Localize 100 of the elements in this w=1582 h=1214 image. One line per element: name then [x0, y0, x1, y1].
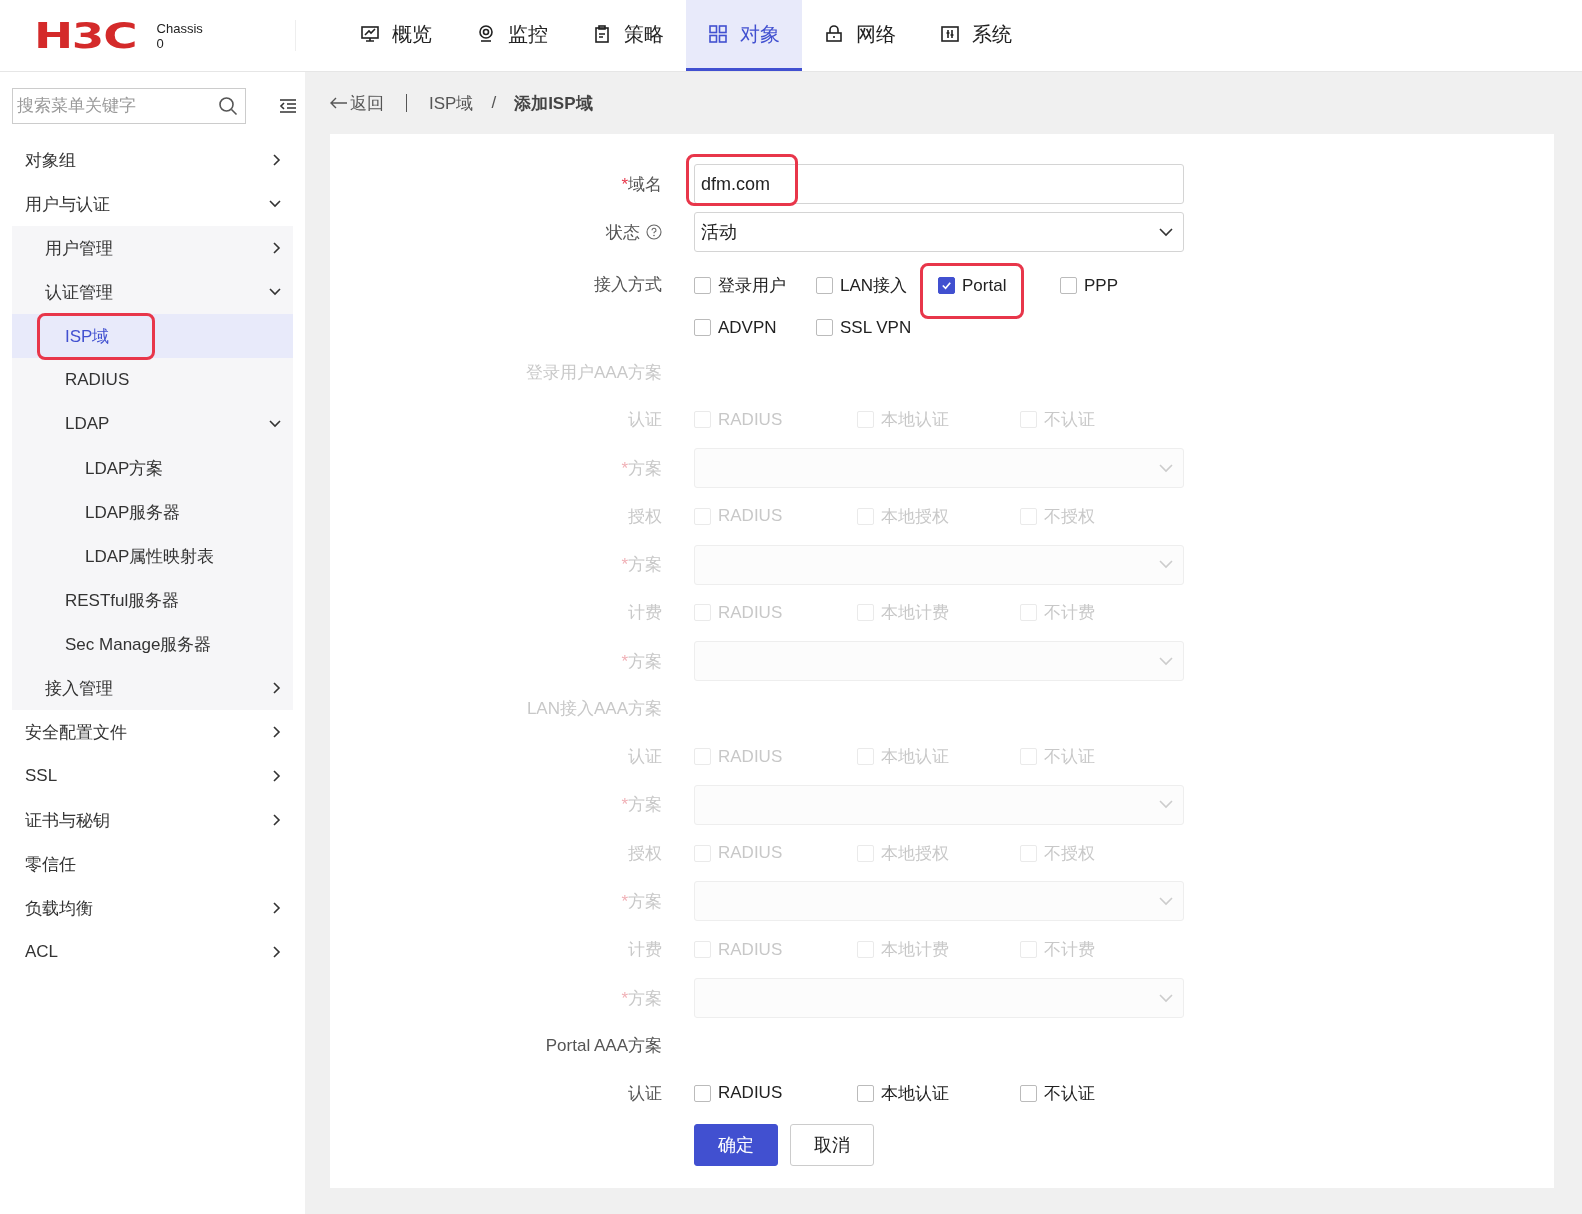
breadcrumb-separator: / — [491, 93, 497, 113]
nav-tab[interactable]: 网络 — [802, 0, 918, 71]
nav-tab[interactable]: 监控 — [454, 0, 570, 71]
menu-item[interactable]: RESTful服务器 — [12, 578, 293, 622]
chevron-down-icon — [1159, 560, 1173, 570]
section-title: Portal AAA方案 — [545, 1035, 662, 1058]
menu-item[interactable]: SSL — [12, 754, 293, 798]
nav-tab[interactable]: 概览 — [338, 0, 454, 71]
menu-item[interactable]: 认证管理 — [12, 270, 293, 314]
nav-tab[interactable]: 对象 — [686, 0, 802, 71]
menu-item[interactable]: LDAP — [12, 402, 293, 446]
back-link[interactable]: 返回 — [330, 91, 384, 115]
menu-item[interactable]: 对象组 — [12, 138, 293, 182]
checkbox-label: LAN接入 — [840, 275, 908, 298]
menu-item[interactable]: ISP域 — [12, 314, 293, 358]
menu-item[interactable]: 用户管理 — [12, 226, 293, 270]
menu-item-label: 证书与秘钥 — [25, 809, 110, 832]
checkbox[interactable] — [694, 277, 711, 295]
menu-item[interactable]: 接入管理 — [12, 666, 293, 710]
menu-item[interactable]: LDAP属性映射表 — [12, 534, 293, 578]
checkbox-label: RADIUS — [718, 1083, 783, 1104]
checkbox[interactable] — [1060, 277, 1077, 295]
cancel-button[interactable]: 取消 — [790, 1124, 874, 1166]
menu-item-label: 零信任 — [25, 853, 76, 876]
sliders-icon — [940, 24, 960, 44]
breadcrumb-item[interactable]: ISP域 — [429, 91, 474, 115]
menu-item[interactable]: LDAP服务器 — [12, 490, 293, 534]
menu-item-label: 对象组 — [25, 149, 76, 172]
menu-item-label: LDAP — [65, 414, 110, 434]
field-label: *域名 — [621, 173, 662, 196]
checkbox-label: 不认证 — [1044, 1082, 1095, 1105]
checkbox[interactable] — [694, 1084, 711, 1102]
menu-item-label: ISP域 — [65, 324, 110, 348]
scheme-select[interactable] — [694, 784, 1184, 825]
chevron-down-icon — [1159, 227, 1173, 237]
menu-item[interactable]: Sec Manage服务器 — [12, 622, 293, 666]
menu-item[interactable]: 零信任 — [12, 842, 293, 886]
chevron-down-icon — [1159, 463, 1173, 473]
menu-item-label: LDAP方案 — [85, 457, 164, 480]
menu-item-label: LDAP服务器 — [85, 501, 181, 524]
menu-item-label: RESTful服务器 — [65, 589, 180, 612]
field-label: 接入方式 — [594, 273, 662, 296]
menu-item-label: LDAP属性映射表 — [85, 545, 215, 568]
menu-item-label: 接入管理 — [45, 677, 113, 700]
field-label: 认证 — [628, 1082, 662, 1105]
device-name: Chassis — [156, 20, 203, 36]
checkbox[interactable] — [857, 1084, 874, 1102]
menu-item[interactable]: LDAP方案 — [12, 446, 293, 490]
checkbox-label: 登录用户 — [718, 275, 786, 298]
checkbox[interactable] — [816, 277, 833, 295]
menu-item[interactable]: 负载均衡 — [12, 886, 293, 930]
search-icon — [218, 96, 238, 116]
chevron-down-icon — [1159, 800, 1173, 810]
breadcrumb-item: 添加ISP域 — [514, 92, 593, 115]
clipboard-icon — [592, 24, 612, 44]
menu-item[interactable]: 安全配置文件 — [12, 710, 293, 754]
checkbox[interactable] — [816, 319, 833, 337]
menu-item-label: Sec Manage服务器 — [65, 633, 212, 656]
menu-item-label: RADIUS — [65, 370, 130, 390]
field-label: 状态 — [606, 221, 640, 244]
nav-tab[interactable]: 系统 — [918, 0, 1034, 71]
checkbox-label: 本地认证 — [881, 1082, 949, 1105]
menu-item[interactable]: 证书与秘钥 — [12, 798, 293, 842]
checkbox[interactable] — [694, 319, 711, 337]
help-icon[interactable] — [646, 224, 662, 241]
menu-item[interactable]: 用户与认证 — [12, 182, 293, 226]
checkbox[interactable] — [1020, 1084, 1037, 1102]
grid-icon — [708, 24, 728, 44]
menu-item-label: 用户与认证 — [25, 193, 110, 216]
checkbox-label: Portal — [962, 275, 1007, 296]
chevron-down-icon — [1159, 896, 1173, 906]
menu-item-label: 安全配置文件 — [25, 721, 127, 744]
collapse-menu-icon[interactable] — [279, 98, 297, 114]
scheme-select[interactable] — [694, 881, 1184, 922]
checkbox[interactable] — [938, 277, 955, 295]
confirm-button[interactable]: 确定 — [694, 1124, 778, 1166]
scheme-select[interactable] — [694, 641, 1184, 682]
menu-item-label: 用户管理 — [45, 237, 113, 260]
status-select[interactable]: 活动 — [694, 212, 1184, 253]
menu-item[interactable]: RADIUS — [12, 358, 293, 402]
monitor-icon — [360, 24, 380, 44]
checkbox-label: SSL VPN — [840, 317, 912, 338]
search-field[interactable]: 搜索菜单关键字 — [12, 88, 246, 124]
scheme-select[interactable] — [694, 978, 1184, 1018]
menu-item-label: ACL — [25, 942, 59, 962]
menu-item-label: SSL — [25, 766, 58, 786]
scheme-select[interactable] — [694, 448, 1184, 489]
scheme-select[interactable] — [694, 544, 1184, 585]
domain-input[interactable]: dfm.com — [694, 164, 1184, 205]
nav-tab[interactable]: 策略 — [570, 0, 686, 71]
lock-icon — [824, 24, 844, 44]
logo: H3C — [34, 15, 137, 56]
checkbox-label: ADVPN — [718, 317, 777, 338]
arrow-left-icon — [330, 97, 348, 109]
device-id: 0 — [156, 35, 165, 51]
menu-item-label: 认证管理 — [45, 281, 113, 304]
menu-item[interactable]: ACL — [12, 930, 293, 974]
chevron-down-icon — [1159, 993, 1173, 1003]
chevron-down-icon — [1159, 656, 1173, 666]
checkbox-label: PPP — [1084, 275, 1119, 296]
